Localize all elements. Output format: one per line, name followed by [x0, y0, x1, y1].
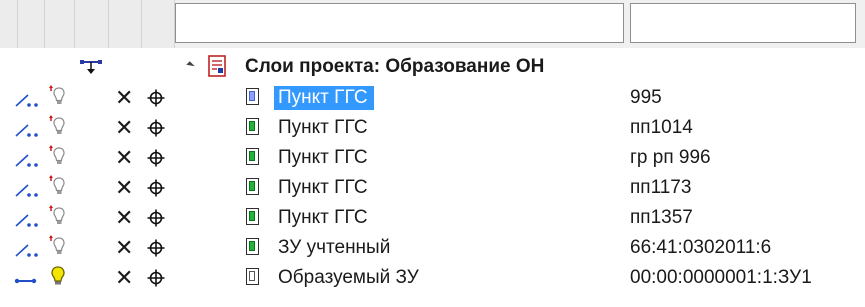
line-edit-icon[interactable]	[14, 268, 40, 293]
layer-value: гр рп 996	[630, 147, 711, 168]
layer-icon	[246, 208, 259, 225]
layer-icon	[246, 118, 259, 135]
delete-icon[interactable]: ✕	[115, 87, 133, 109]
name-filter-input[interactable]	[175, 3, 624, 43]
layer-name[interactable]: Пункт ГГС	[274, 86, 374, 110]
header-cell	[0, 0, 18, 48]
layer-value: 995	[630, 87, 662, 108]
layer-name[interactable]: Образуемый ЗУ	[278, 267, 419, 289]
layer-icon	[246, 238, 259, 255]
header-cell	[142, 0, 175, 48]
layer-row[interactable]: ✕ Пункт ГГС 995	[0, 83, 865, 113]
layer-name[interactable]: Пункт ГГС	[278, 117, 368, 139]
layer-row[interactable]: ✕ Пункт ГГС пп1173	[0, 173, 865, 203]
bulb-off-icon[interactable]	[48, 145, 68, 172]
layer-row[interactable]: ✕ ЗУ учтенный 66:41:0302011:6	[0, 233, 865, 263]
value-filter-input[interactable]	[630, 3, 856, 43]
filter-row	[0, 0, 865, 48]
layer-value: 66:41:0302011:6	[630, 237, 772, 258]
layer-name[interactable]: Пункт ГГС	[278, 207, 368, 229]
bulb-off-icon[interactable]	[48, 205, 68, 232]
header-cell	[18, 0, 45, 48]
header-cell	[45, 0, 75, 48]
layer-value: пп1173	[630, 177, 692, 198]
bulb-on-icon[interactable]	[48, 265, 68, 292]
crosshair-icon[interactable]	[147, 119, 165, 142]
tree-root-row[interactable]: Слои проекта: Образование ОН	[0, 52, 865, 82]
layer-name[interactable]: Пункт ГГС	[278, 177, 368, 199]
crosshair-icon[interactable]	[147, 149, 165, 172]
layer-icon	[246, 88, 259, 105]
crosshair-icon[interactable]	[147, 239, 165, 262]
point-edit-icon[interactable]	[14, 208, 40, 233]
delete-icon[interactable]: ✕	[115, 117, 133, 139]
header-cell	[75, 0, 109, 48]
point-edit-icon[interactable]	[14, 88, 40, 113]
point-edit-icon[interactable]	[14, 238, 40, 263]
crosshair-icon[interactable]	[147, 209, 165, 232]
layer-icon	[246, 148, 259, 165]
delete-icon[interactable]: ✕	[115, 207, 133, 229]
layer-group-icon	[208, 55, 226, 82]
layer-value: 00:00:0000001:1:ЗУ1	[630, 267, 812, 288]
bulb-off-icon[interactable]	[48, 85, 68, 112]
crosshair-icon[interactable]	[147, 179, 165, 202]
tree-root-label: Слои проекта: Образование ОН	[245, 56, 545, 77]
layer-row[interactable]: ✕ Пункт ГГС пп1357	[0, 203, 865, 233]
delete-icon[interactable]: ✕	[115, 267, 133, 289]
layer-row[interactable]: ✕ Пункт ГГС гр рп 996	[0, 143, 865, 173]
layer-icon	[246, 268, 259, 285]
header-cell	[109, 0, 142, 48]
bulb-off-icon[interactable]	[48, 175, 68, 202]
layer-name[interactable]: Пункт ГГС	[278, 147, 368, 169]
point-edit-icon[interactable]	[14, 118, 40, 143]
bulb-off-icon[interactable]	[48, 235, 68, 262]
crosshair-icon[interactable]	[147, 269, 165, 292]
crosshair-icon[interactable]	[147, 89, 165, 112]
layer-icon	[246, 178, 259, 195]
bulb-off-icon[interactable]	[48, 115, 68, 142]
point-edit-icon[interactable]	[14, 178, 40, 203]
delete-icon[interactable]: ✕	[115, 237, 133, 259]
layer-name[interactable]: ЗУ учтенный	[278, 237, 390, 259]
expand-arrow-icon[interactable]	[186, 61, 195, 70]
layer-row[interactable]: ✕ Пункт ГГС пп1014	[0, 113, 865, 143]
layer-value: пп1357	[630, 207, 693, 228]
layer-value: пп1014	[630, 117, 693, 138]
add-sublayer-icon[interactable]	[79, 58, 103, 81]
layer-row[interactable]: ✕ Образуемый ЗУ 00:00:0000001:1:ЗУ1	[0, 263, 865, 293]
delete-icon[interactable]: ✕	[115, 147, 133, 169]
delete-icon[interactable]: ✕	[115, 177, 133, 199]
point-edit-icon[interactable]	[14, 148, 40, 173]
